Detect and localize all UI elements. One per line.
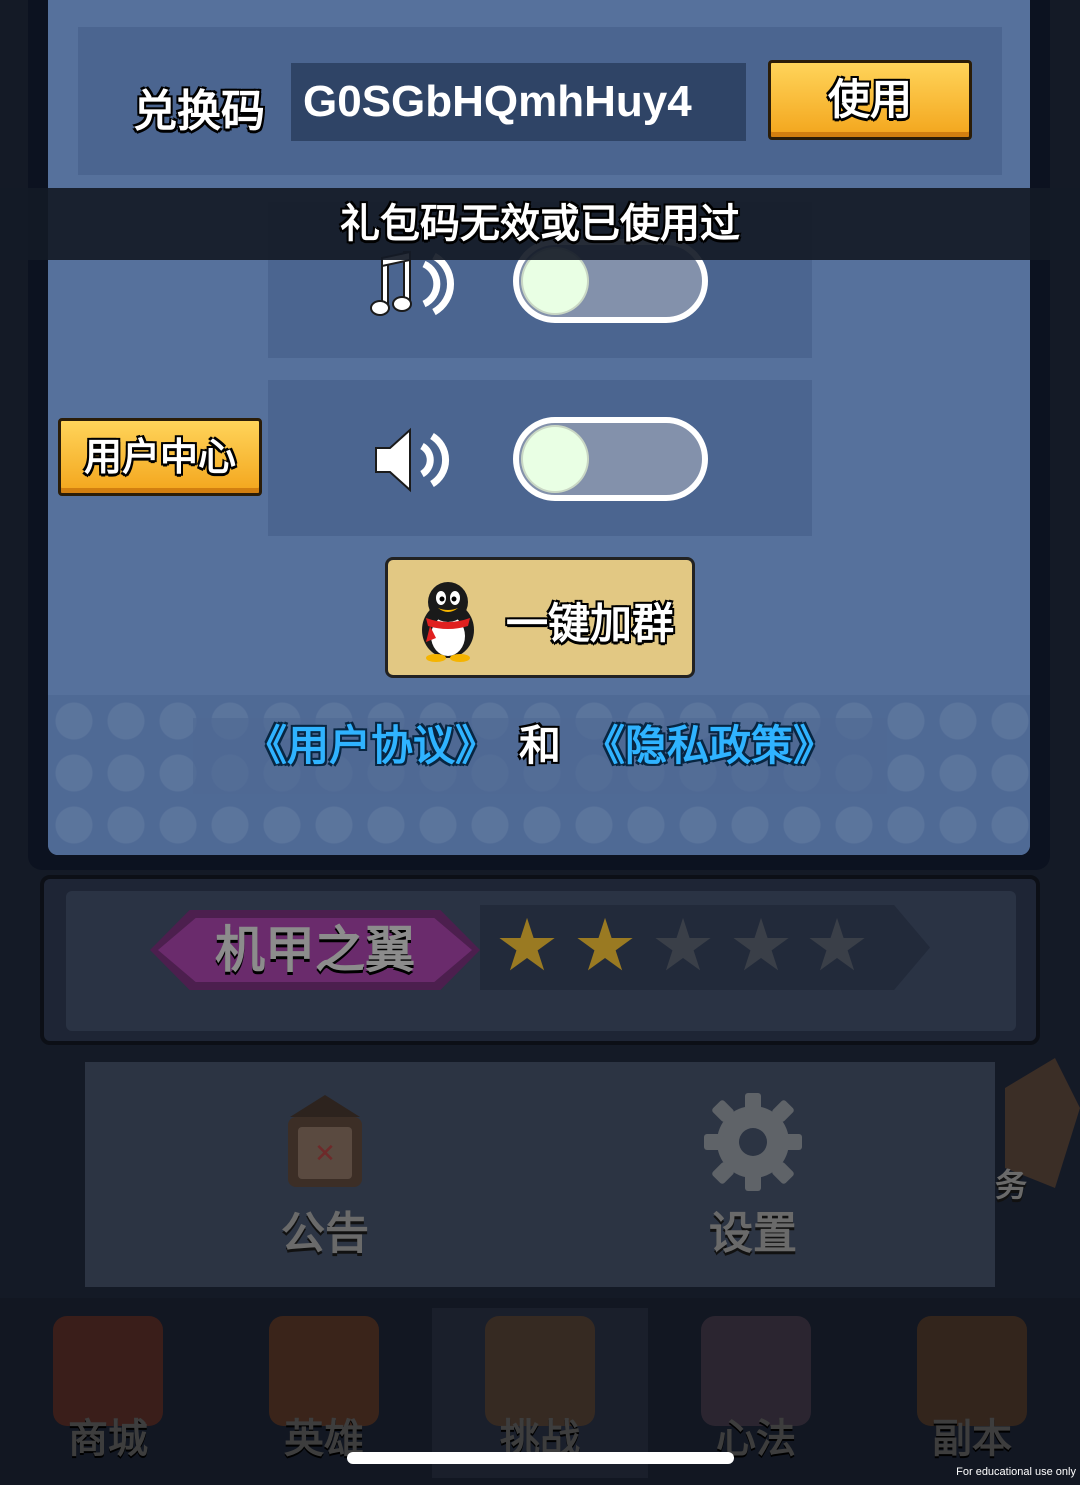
gear-icon: [698, 1087, 808, 1197]
announcement-label: 公告: [281, 1208, 369, 1259]
user-center-button[interactable]: 用户中心: [58, 418, 262, 496]
rank-badge: 机甲之翼: [150, 910, 480, 990]
announcement-menu-item[interactable]: ✕ 公告: [245, 1087, 405, 1261]
home-indicator[interactable]: [347, 1452, 734, 1464]
toast-message: 礼包码无效或已使用过: [0, 188, 1080, 260]
svg-text:✕: ✕: [314, 1139, 336, 1169]
join-group-button[interactable]: 一键加群: [385, 557, 695, 678]
speaker-icon: [368, 420, 458, 500]
policy-and-text: 和: [518, 721, 561, 770]
redeem-code-row: 兑换码 使用: [78, 27, 1002, 175]
settings-menu-item[interactable]: 设置: [673, 1087, 833, 1261]
nav-tab-shop[interactable]: 商城: [0, 1308, 216, 1478]
nav-tab-dungeon[interactable]: 副本: [864, 1308, 1080, 1478]
redeem-code-label: 兑换码: [133, 86, 265, 137]
nav-tab-shop-label: 商城: [68, 1416, 148, 1462]
user-agreement-link[interactable]: 《用户协议》: [245, 721, 497, 770]
watermark: For educational use only: [956, 1466, 1076, 1478]
join-group-label: 一键加群: [506, 599, 675, 648]
nav-tab-dungeon-label: 副本: [932, 1416, 1012, 1462]
rank-name: 机甲之翼: [215, 921, 415, 979]
sound-toggle-switch[interactable]: [513, 417, 708, 501]
star-icon-empty: ★: [650, 903, 716, 987]
use-code-button[interactable]: 使用: [768, 60, 972, 140]
policy-line: 《用户协议》和《隐私政策》: [193, 718, 887, 794]
star-icon-filled: ★: [494, 903, 560, 987]
star-icon-empty: ★: [728, 903, 794, 987]
star-icon-empty: ★: [804, 903, 870, 987]
home-menu-panel: ✕ 公告 设置: [85, 1062, 995, 1287]
star-icon-filled: ★: [572, 903, 638, 987]
redeem-code-input[interactable]: [291, 63, 746, 141]
qq-penguin-icon: [408, 578, 488, 662]
side-task-button[interactable]: 务: [995, 1048, 1080, 1208]
settings-label: 设置: [709, 1208, 797, 1259]
policy-links: 《用户协议》和《隐私政策》: [193, 718, 887, 794]
sound-toggle-knob: [523, 427, 587, 491]
side-task-label: 务: [995, 1166, 1028, 1204]
privacy-policy-link[interactable]: 《隐私政策》: [583, 721, 835, 770]
announcement-icon: ✕: [270, 1087, 380, 1197]
sound-toggle-row: [268, 380, 812, 536]
